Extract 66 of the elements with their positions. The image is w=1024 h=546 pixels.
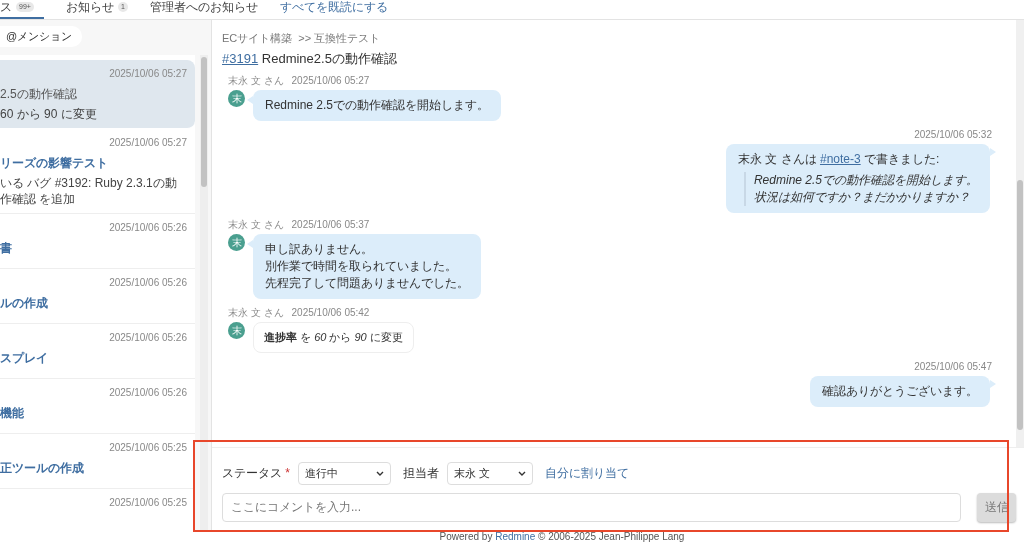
timestamp: 2025/10/06 05:27 xyxy=(109,66,187,81)
avatar: 末 xyxy=(228,322,245,339)
message-text: 別作業で時間を取られていました。 xyxy=(265,258,458,275)
dropdown[interactable]: 進行中 xyxy=(298,462,391,485)
assign-to-me-link[interactable]: 自分に割り当て xyxy=(545,464,629,483)
note-link[interactable]: #note-3 xyxy=(819,152,861,166)
timestamp: 2025/10/06 05:47 xyxy=(913,359,992,374)
redmine-link[interactable]: Redmine xyxy=(495,531,536,542)
quoted-text: Redmine 2.5での動作確認を開始します。 xyxy=(753,172,978,189)
issue-number-link[interactable]: #3191 xyxy=(222,50,259,66)
dropdown[interactable]: 末永 文 xyxy=(447,462,533,485)
assignee-label: 担当者 xyxy=(403,465,439,483)
notification-detail: 60 から 90 に変更 xyxy=(0,105,98,122)
timestamp: 2025/10/06 05:26 xyxy=(109,275,187,290)
notification-item[interactable]: 2025/10/06 05:26 機能 xyxy=(0,378,195,434)
notification-item[interactable]: 2025/10/06 05:26 書 xyxy=(0,213,195,269)
timestamp: 2025/10/06 05:32 xyxy=(913,128,992,142)
timestamp: 2025/10/06 05:27 xyxy=(109,135,187,150)
timestamp: 2025/10/06 05:26 xyxy=(109,220,187,235)
mark-all-read-link[interactable]: すべてを既読にする xyxy=(279,0,388,19)
quote-header: 末永 文 さんは #note-3 で書きました: xyxy=(737,151,941,168)
timestamp: 2025/10/06 05:25 xyxy=(109,495,187,510)
message-text: 確認ありがとうございます。 xyxy=(822,382,978,400)
mention-filter-chip[interactable]: @メンション xyxy=(0,26,83,47)
avatar: 末 xyxy=(228,234,245,251)
caret-icon xyxy=(376,470,384,476)
notification-title: ルの作成 xyxy=(0,294,49,312)
notification-detail: いる バグ #3192: Ruby 2.3.1の動作確認 を追加 xyxy=(0,174,178,207)
timestamp: 2025/10/06 05:25 xyxy=(109,440,187,455)
notification-title: リーズの影響テスト xyxy=(0,154,109,172)
timestamp: 2025/10/06 05:42 xyxy=(291,306,370,320)
notification-title: 機能 xyxy=(0,404,25,422)
notification-title: 2.5の動作確認 xyxy=(0,85,78,103)
scrollbar[interactable] xyxy=(200,54,208,531)
status-label: ステータス * xyxy=(222,465,290,483)
timestamp: 2025/10/06 05:37 xyxy=(291,218,370,232)
scrollbar[interactable] xyxy=(1016,20,1024,447)
tab[interactable]: 管理者へのお知らせ xyxy=(149,0,258,19)
notification-item[interactable]: 2025/10/06 05:27 2.5の動作確認 60 から 90 に変更 xyxy=(0,59,195,129)
notification-item[interactable]: 2025/10/06 05:25 xyxy=(0,488,195,531)
notification-title: 書 xyxy=(0,239,13,257)
notification-item[interactable]: 2025/10/06 05:26 ルの作成 xyxy=(0,268,195,324)
footer-text: Powered by Redmine © 2006-2025 Jean-Philippe Lang xyxy=(439,531,685,544)
notification-item[interactable]: 2025/10/06 05:25 正ツールの作成 xyxy=(0,433,195,489)
notification-item[interactable]: 2025/10/06 05:27 リーズの影響テスト いる バグ #3192: Ruby 2.3.1の動作確認 を追加 xyxy=(0,128,195,214)
comment-field[interactable]: ここにコメントを入力... xyxy=(222,492,961,522)
author-name: 末永 文 さん xyxy=(228,306,284,320)
caret-icon xyxy=(518,470,526,476)
message-text: 申し訳ありません。 xyxy=(265,241,374,258)
notification-item[interactable]: 2025/10/06 05:26 スプレイ xyxy=(0,323,195,379)
notification-title: スプレイ xyxy=(0,349,49,367)
timestamp: 2025/10/06 05:27 xyxy=(291,74,370,88)
timestamp: 2025/10/06 05:26 xyxy=(109,330,187,345)
avatar: 末 xyxy=(228,90,245,107)
author-name: 末永 文 さん xyxy=(228,218,284,232)
timestamp: 2025/10/06 05:26 xyxy=(109,385,187,400)
change-note: 進捗率 を 60 から 90 に変更 xyxy=(253,322,414,353)
notification-title: 正ツールの作成 xyxy=(0,459,85,477)
required-mark: * xyxy=(285,466,290,481)
quoted-text: 状況は如何ですか？まだかかりますか？ xyxy=(753,189,971,206)
project-name: ECサイト構築 xyxy=(222,31,293,46)
message-text: 先程完了して問題ありませんでした。 xyxy=(265,275,469,292)
subproject-name: >> 互換性テスト xyxy=(298,31,381,46)
message-text: Redmine 2.5での動作確認を開始します。 xyxy=(265,97,490,114)
issue-subject: Redmine2.5の動作確認 xyxy=(261,50,397,66)
author-name: 末永 文 さん xyxy=(228,74,284,88)
